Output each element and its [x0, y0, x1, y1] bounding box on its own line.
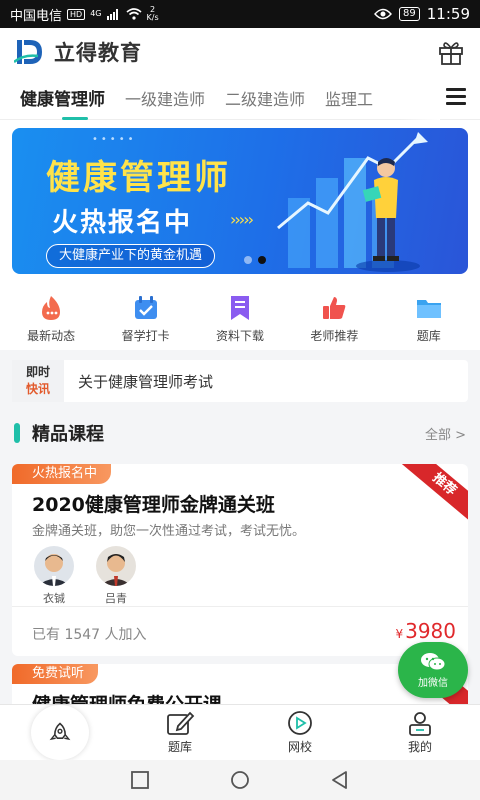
- course-tag: 免费试听: [12, 664, 99, 684]
- tab-first-class-constructor[interactable]: 一级建造师: [125, 86, 205, 110]
- nav-online-school[interactable]: 网校: [240, 705, 360, 760]
- price-value: 3980: [405, 619, 456, 643]
- banner-arrows: ›››››: [230, 210, 254, 229]
- gift-icon[interactable]: [436, 37, 466, 67]
- chevron-right-icon: >: [455, 427, 466, 443]
- nav-home[interactable]: [0, 705, 120, 760]
- bottom-nav: 题库 网校 我的: [0, 704, 480, 760]
- section-accent-bar: [14, 423, 20, 443]
- quick-nav-label: 资料下载: [215, 329, 264, 343]
- news-tag: 即时 快讯: [12, 360, 64, 402]
- edit-icon: [167, 711, 195, 735]
- hd-badge: HD: [67, 8, 86, 20]
- wifi-icon: [125, 8, 142, 20]
- recents-icon[interactable]: [129, 769, 151, 791]
- quick-nav-teachers[interactable]: 老师推荐: [288, 284, 380, 350]
- user-icon: [409, 712, 431, 736]
- signal-icon: [106, 9, 118, 20]
- course-tag: 火热报名中: [12, 464, 112, 484]
- section-title: 精品课程: [32, 424, 104, 445]
- news-ticker[interactable]: 即时 快讯 关于健康管理师考试: [12, 360, 468, 402]
- banner-title: 健康管理师: [46, 158, 231, 198]
- banner-illustration: [277, 132, 428, 272]
- quick-nav-label: 最新动态: [27, 329, 76, 343]
- teacher-name: 吕青: [105, 592, 127, 605]
- clock: 11:59: [426, 5, 470, 23]
- download-doc-icon: [230, 296, 249, 320]
- avatar: [96, 546, 136, 586]
- nav-label: 我的: [407, 740, 432, 754]
- enrolled-count: 已有 1547 人加入: [32, 627, 147, 643]
- app-header: 立得教育: [0, 28, 480, 76]
- quick-nav-question-bank[interactable]: 题库: [383, 284, 475, 350]
- banner-subtitle: 火热报名中: [52, 208, 193, 238]
- wechat-icon: [421, 652, 446, 670]
- view-all-label: 全部: [424, 427, 451, 443]
- section-header: 精品课程 全部 >: [0, 418, 480, 448]
- course-price: ¥3980: [395, 619, 456, 643]
- banner-pager: [244, 256, 266, 264]
- quick-nav: 最新动态 督学打卡 资料下载 老师推荐 题库: [0, 284, 480, 350]
- tab-health-manager[interactable]: 健康管理师: [20, 85, 105, 120]
- thumbs-up-icon: [323, 297, 346, 319]
- banner-dots-decoration: •••••: [92, 134, 137, 145]
- quick-nav-downloads[interactable]: 资料下载: [194, 284, 286, 350]
- promo-banner[interactable]: ••••• 健康管理师 火热报名中 ››››› 大健康产业下的黄金机遇: [12, 128, 468, 274]
- category-tabs: 健康管理师 一级建造师 二级建造师 监理工: [0, 76, 480, 120]
- course-description: 金牌通关班，助您一次性通过考试，考试无忧。: [32, 524, 306, 539]
- flame-icon: [42, 296, 61, 320]
- back-icon[interactable]: [329, 769, 351, 791]
- home-icon[interactable]: [229, 769, 251, 791]
- course-card[interactable]: 火热报名中 推荐 2020健康管理师金牌通关班 金牌通关班，助您一次性通过考试，…: [12, 464, 468, 656]
- pager-dot-active[interactable]: [258, 256, 266, 264]
- banner-section: ••••• 健康管理师 火热报名中 ››››› 大健康产业下的黄金机遇: [0, 120, 480, 284]
- pager-dot[interactable]: [244, 256, 252, 264]
- nav-question-bank[interactable]: 题库: [120, 705, 240, 760]
- nav-label: 题库: [167, 740, 192, 754]
- view-all-link[interactable]: 全部 >: [425, 424, 466, 443]
- rocket-icon: [49, 721, 71, 740]
- eye-icon: [374, 8, 392, 20]
- logo-icon: [14, 40, 42, 64]
- calendar-check-icon: [134, 296, 157, 319]
- status-bar: 中国电信 HD 4G 2 K/s 89 11:59: [0, 0, 480, 28]
- divider: [12, 606, 468, 607]
- quick-nav-news[interactable]: 最新动态: [5, 284, 97, 350]
- nav-label: 网校: [287, 740, 312, 754]
- quick-nav-label: 题库: [416, 329, 441, 343]
- wechat-label: 加微信: [418, 677, 448, 689]
- home-bubble: [31, 705, 89, 760]
- net-speed: 2 K/s: [146, 5, 159, 22]
- teacher-list: 衣铖 吕青: [32, 546, 138, 606]
- tab-second-class-constructor[interactable]: 二级建造师: [225, 86, 305, 110]
- teacher[interactable]: 衣铖: [32, 546, 76, 606]
- network-type: 4G: [90, 9, 102, 18]
- teacher-name: 衣铖: [43, 592, 65, 605]
- news-tag-line1: 即时: [25, 365, 50, 379]
- quick-nav-label: 督学打卡: [121, 329, 170, 343]
- teacher[interactable]: 吕青: [94, 546, 138, 606]
- brand-name: 立得教育: [54, 41, 142, 65]
- quick-nav-label: 老师推荐: [310, 329, 359, 343]
- recommend-ribbon: 推荐: [398, 464, 468, 526]
- currency-symbol: ¥: [395, 627, 404, 641]
- system-nav-bar: [0, 760, 480, 800]
- battery-level: 89: [399, 7, 420, 21]
- nav-profile[interactable]: 我的: [360, 705, 480, 760]
- tab-supervisor[interactable]: 监理工: [325, 86, 373, 110]
- news-headline[interactable]: 关于健康管理师考试: [78, 371, 213, 392]
- carrier-label: 中国电信: [10, 8, 63, 24]
- tabs-fade: [400, 76, 440, 120]
- course-title: 2020健康管理师金牌通关班: [32, 494, 275, 516]
- avatar: [34, 546, 74, 586]
- menu-icon[interactable]: [446, 88, 466, 108]
- folder-icon: [416, 300, 441, 318]
- play-icon: [288, 711, 312, 735]
- quick-nav-checkin[interactable]: 督学打卡: [100, 284, 192, 350]
- add-wechat-button[interactable]: 加微信: [398, 642, 468, 698]
- banner-tagline: 大健康产业下的黄金机遇: [46, 244, 216, 268]
- news-tag-line2: 快讯: [25, 382, 50, 396]
